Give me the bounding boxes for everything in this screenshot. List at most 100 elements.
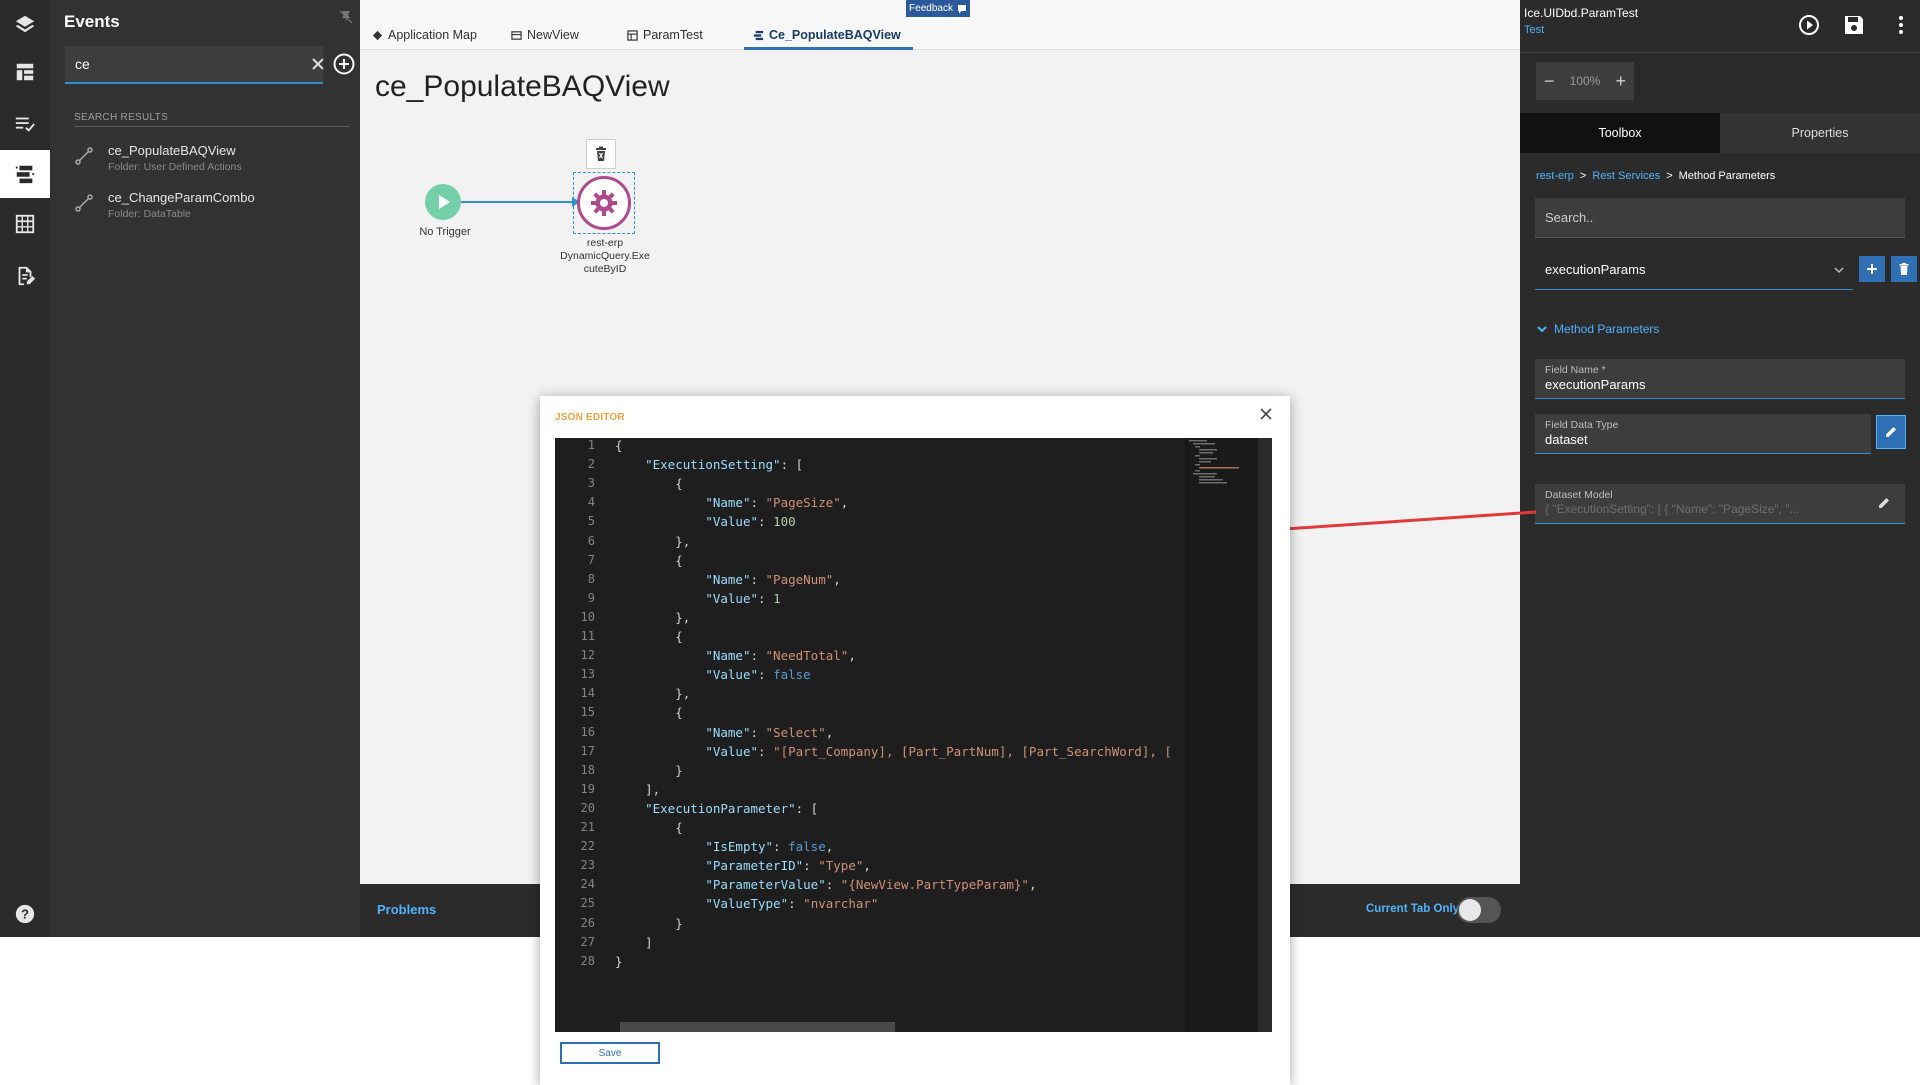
method-parameters-section[interactable]: Method Parameters (1536, 322, 1659, 336)
delete-node-button[interactable] (586, 139, 616, 169)
save-button[interactable]: Save (560, 1042, 660, 1064)
edit-data-type-button[interactable] (1876, 415, 1906, 449)
current-tab-only-label: Current Tab Only (1366, 903, 1460, 915)
line-number: 24 (580, 877, 595, 892)
breadcrumb-item[interactable]: Rest Services (1592, 170, 1660, 182)
line-number: 10 (580, 609, 595, 624)
code-line: "ExecutionSetting": [ (645, 457, 804, 473)
code-line: "ValueType": "nvarchar" (705, 896, 879, 912)
code-line: ] (615, 934, 653, 950)
code-line: "Name": "NeedTotal", (705, 648, 856, 664)
code-line: }, (615, 533, 691, 549)
icon-rail: ? (0, 0, 50, 937)
breadcrumb: rest-erp > Rest Services > Method Parame… (1536, 170, 1775, 182)
app-root: ? Events SEARCH RESULTS ce_PopulateBAQVi… (0, 0, 1920, 1085)
line-number: 2 (587, 457, 595, 472)
search-result-item[interactable]: ce_ChangeParamCombo Folder: DataTable (74, 190, 344, 226)
line-number: 6 (587, 533, 595, 548)
line-number: 28 (580, 953, 595, 968)
tab-label: ParamTest (643, 28, 703, 42)
tab-paramtest[interactable]: ParamTest (627, 26, 703, 44)
tab-toolbox[interactable]: Toolbox (1520, 113, 1720, 153)
action-node-label: rest-erp DynamicQuery.Exe cuteByID (545, 237, 665, 276)
code-line: } (615, 915, 683, 931)
code-line: }, (615, 609, 691, 625)
line-number: 21 (580, 820, 595, 834)
unpin-icon[interactable] (338, 9, 354, 25)
line-number: 4 (587, 495, 595, 510)
breadcrumb-separator: > (1579, 170, 1587, 182)
current-tab-only-toggle[interactable] (1457, 897, 1501, 923)
clear-search-icon[interactable] (309, 55, 327, 73)
tab-newview[interactable]: NewView (511, 26, 579, 44)
field-data-type-input[interactable]: Field Data Type dataset (1535, 414, 1871, 454)
page-title: ce_PopulateBAQView (375, 70, 670, 103)
dataset-model-input[interactable]: Dataset Model { "ExecutionSetting": [ { … (1535, 484, 1905, 524)
breadcrumb-separator: > (1666, 170, 1673, 182)
zoom-out-button[interactable]: − (1544, 71, 1555, 92)
feedback-button[interactable]: Feedback (906, 0, 970, 17)
add-event-icon[interactable] (333, 53, 355, 75)
code-line: { (615, 476, 683, 492)
trash-icon (596, 146, 606, 161)
code-line: "Value": false (705, 667, 811, 683)
section-title: Method Parameters (1554, 322, 1660, 336)
action-label-line: DynamicQuery.Exe (560, 250, 650, 262)
code-line: "Name": "Select", (705, 724, 834, 740)
line-number: 22 (580, 839, 595, 854)
delete-param-button[interactable] (1891, 256, 1917, 282)
close-icon[interactable] (1258, 406, 1274, 422)
add-param-button[interactable] (1859, 256, 1885, 282)
event-link-icon (75, 147, 93, 165)
problems-tab[interactable]: Problems (377, 902, 436, 917)
code-editor[interactable]: 1 2 3 4 5 6 7 8 9 10 11 12 13 14 15 16 17 18 19 20 21 22 23 24 2… (555, 438, 1272, 1032)
trigger-label: No Trigger (419, 226, 471, 238)
layer-subtitle[interactable]: Test (1524, 24, 1544, 36)
vertical-scrollbar[interactable] (1258, 438, 1272, 1032)
tab-label: Ce_PopulateBAQView (769, 28, 901, 42)
action-label-line: cuteByID (583, 263, 627, 275)
play-icon[interactable] (1798, 14, 1820, 36)
layer-title: Ice.UIDbd.ParamTest (1524, 6, 1639, 20)
svg-text:?: ? (21, 907, 29, 922)
view-icon (511, 30, 522, 40)
list-check-icon[interactable] (0, 100, 50, 148)
pencil-icon[interactable] (1877, 496, 1891, 510)
code-content[interactable]: { "ExecutionSetting": [ { "Name": "PageS… (615, 438, 1185, 1032)
search-result-item[interactable]: ce_PopulateBAQView Folder: User Defined … (74, 143, 344, 179)
events-search-input[interactable] (75, 54, 285, 74)
tab-properties[interactable]: Properties (1720, 113, 1920, 153)
breadcrumb-item[interactable]: rest-erp (1536, 170, 1574, 182)
layout-icon[interactable] (0, 48, 50, 96)
more-vert-icon[interactable] (1890, 14, 1912, 36)
events-icon[interactable] (0, 150, 50, 198)
line-number: 23 (580, 858, 595, 873)
toolbox-search-input[interactable]: Search.. (1535, 198, 1905, 238)
line-number: 20 (580, 800, 595, 815)
code-line: "Value": "[Part_Company], [Part_PartNum]… (705, 743, 1172, 759)
events-panel: Events SEARCH RESULTS ce_PopulateBAQView… (50, 0, 360, 937)
document-edit-icon[interactable] (0, 252, 50, 300)
editor-minimap[interactable] (1185, 438, 1257, 1032)
field-name-input[interactable]: Field Name * executionParams (1535, 359, 1905, 399)
tab-application-map[interactable]: Application Map (372, 26, 477, 44)
action-node-circle (577, 176, 631, 230)
save-icon[interactable] (1843, 14, 1865, 36)
line-number: 8 (587, 571, 595, 586)
layers-icon[interactable] (0, 0, 50, 48)
action-label-line: rest-erp (586, 237, 624, 249)
tab-ce-populatebaqview[interactable]: Ce_PopulateBAQView (753, 26, 901, 44)
method-param-select[interactable]: executionParams (1535, 252, 1853, 290)
line-number: 5 (587, 514, 595, 529)
horizontal-scrollbar[interactable] (620, 1022, 895, 1032)
trigger-node[interactable] (425, 184, 461, 220)
zoom-in-button[interactable]: + (1615, 71, 1626, 92)
field-label: Field Name * (1545, 364, 1606, 376)
zoom-level: 100% (1569, 74, 1601, 88)
line-number: 7 (587, 552, 595, 567)
code-line: ], (615, 781, 661, 797)
help-icon[interactable]: ? (0, 890, 50, 938)
data-table-icon[interactable] (0, 200, 50, 248)
line-number: 13 (580, 667, 595, 682)
action-node[interactable] (573, 172, 635, 234)
